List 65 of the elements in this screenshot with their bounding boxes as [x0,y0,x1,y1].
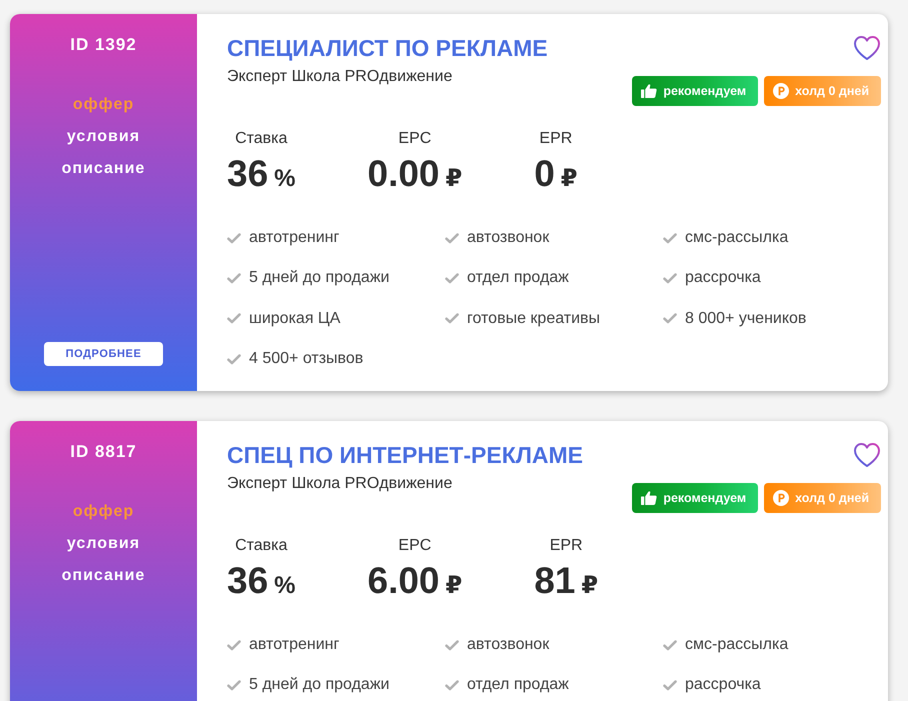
check-icon [663,680,677,691]
feature-text: автозвонок [467,636,550,654]
feature-text: 8 000+ учеников [685,310,806,328]
side-menu-item[interactable]: описание [62,560,146,592]
recommended-text: рекомендуем [663,84,746,98]
check-icon [445,272,459,284]
hold-text: холд 0 дней [795,84,869,98]
feature-text: смс-рассылка [685,229,788,248]
feature-text: отдел продаж [467,269,569,288]
offer-id: ID 8817 [70,441,137,463]
feature-text: 5 дней до продажи [249,676,390,694]
heart-icon[interactable] [853,442,881,468]
side-menu-item[interactable]: описание [62,153,146,185]
stat-value: 36 % [227,561,296,603]
offer-title: СПЕЦ ПО ИНТЕРНЕТ-РЕКЛАМЕ [227,441,583,469]
check-icon [227,680,241,691]
check-icon [663,640,677,651]
stat-label: EPR [539,130,572,148]
stat-value: 6.00 ₽ [368,561,462,603]
check-icon [227,354,241,365]
offer-id: ID 1392 [70,34,137,56]
offer-subtitle: Эксперт Школа PROдвижение [227,67,452,87]
feature-text: смс-рассылка [685,636,788,654]
stat-label: Ставка [235,537,288,555]
check-icon [227,313,241,324]
check-icon [445,313,459,324]
feature-text: 4 500+ отзывов [249,350,364,368]
feature-text: автотренинг [249,229,340,248]
stat-label: EPC [398,537,432,555]
heart-icon[interactable] [853,35,881,61]
feature-text: рассрочка [685,269,761,288]
coin-icon [773,490,790,506]
stat-value: 0 ₽ [534,154,578,196]
stat-label: EPR [550,537,583,555]
feature-text: рассрочка [685,676,761,694]
feature-text: автозвонок [467,229,550,248]
feature-text: широкая ЦА [249,310,340,328]
check-icon [227,232,241,244]
feature-text: автотренинг [249,636,340,654]
check-icon [445,680,459,691]
offer-subtitle: Эксперт Школа PROдвижение [227,474,452,494]
check-icon [445,232,459,244]
recommended-text: рекомендуем [663,491,746,505]
thumbs-up-icon [641,84,658,98]
side-menu-item[interactable]: условия [66,528,140,560]
thumbs-up-icon [641,491,658,505]
stat-label: EPC [398,130,432,148]
feature-text: 5 дней до продажи [249,269,390,288]
feature-text: готовые креативы [467,310,600,328]
check-icon [663,232,677,244]
feature-text: отдел продаж [467,676,569,694]
stat-value: 36 % [227,154,296,196]
check-icon [227,272,241,284]
more-button[interactable]: ПОДРОБНЕЕ [44,342,163,366]
stat-label: Ставка [235,130,288,148]
check-icon [227,640,241,651]
coin-icon [773,83,790,99]
check-icon [445,640,459,651]
stat-value: 81 ₽ [534,561,598,603]
check-icon [663,313,677,324]
check-icon [663,272,677,284]
stat-value: 0.00 ₽ [368,154,462,196]
side-menu-item[interactable]: условия [66,121,140,153]
offer-title: СПЕЦИАЛИСТ ПО РЕКЛАМЕ [227,34,548,62]
hold-text: холд 0 дней [795,491,869,505]
